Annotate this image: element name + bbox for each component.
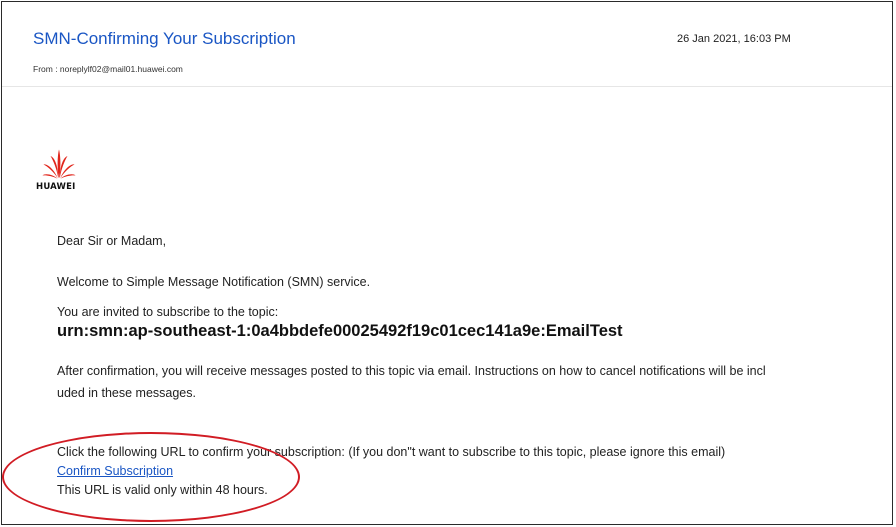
email-sender: From : noreplylf02@mail01.huawei.com	[33, 64, 183, 74]
instructions-paragraph: After confirmation, you will receive mes…	[57, 360, 892, 404]
huawei-flower-icon	[42, 149, 76, 179]
header-divider	[2, 86, 892, 87]
email-date: 26 Jan 2021, 16:03 PM	[677, 33, 791, 45]
email-window: SMN-Confirming Your Subscription 26 Jan …	[1, 1, 893, 525]
click-instruction-text: Click the following URL to confirm your …	[57, 445, 726, 459]
instructions-line-2: uded in these messages.	[57, 386, 196, 400]
instructions-line-1: After confirmation, you will receive mes…	[57, 364, 766, 378]
invite-text: You are invited to subscribe to the topi…	[57, 305, 279, 319]
topic-urn: urn:smn:ap-southeast-1:0a4bbdefe00025492…	[57, 322, 623, 340]
email-subject: SMN-Confirming Your Subscription	[33, 29, 296, 48]
confirm-subscription-link[interactable]: Confirm Subscription	[57, 464, 173, 478]
welcome-text: Welcome to Simple Message Notification (…	[57, 275, 371, 289]
logo-wordmark: HUAWEI	[36, 182, 76, 192]
url-validity-text: This URL is valid only within 48 hours.	[57, 483, 268, 497]
greeting-text: Dear Sir or Madam,	[57, 234, 167, 248]
huawei-logo: HUAWEI	[36, 149, 82, 203]
